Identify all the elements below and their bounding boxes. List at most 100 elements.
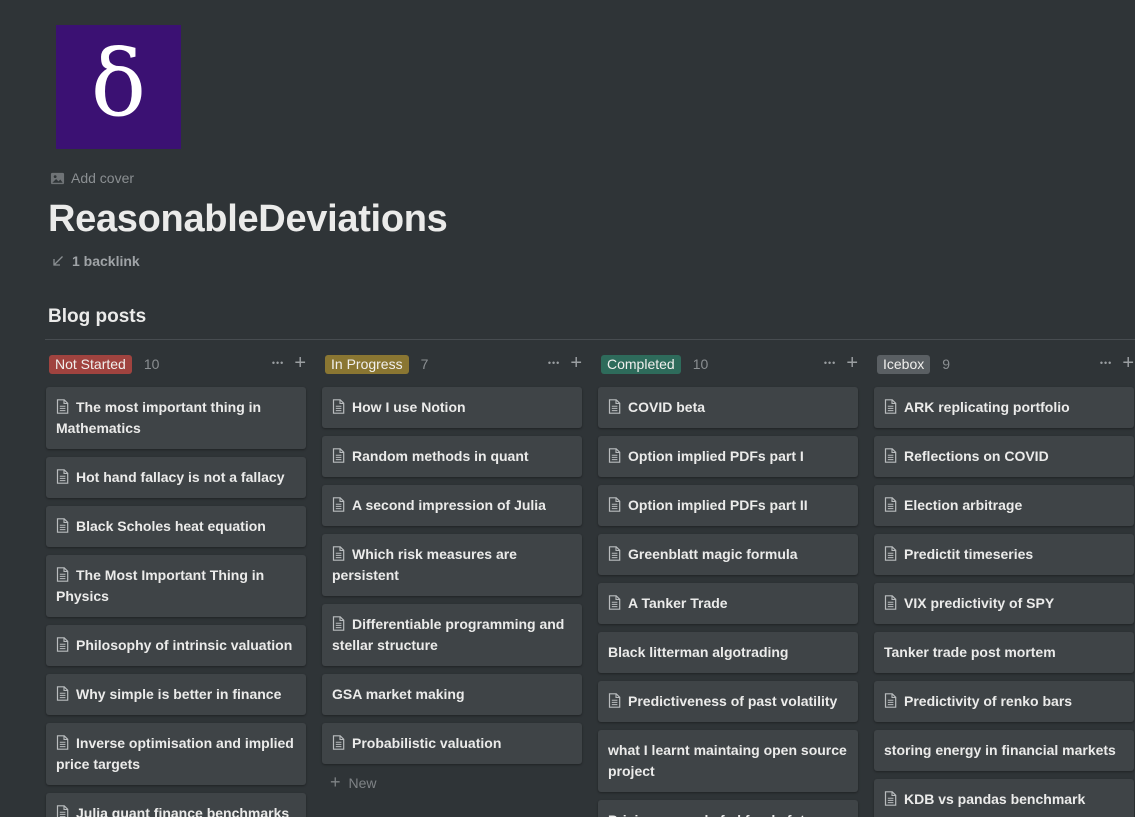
- page-icon: [608, 497, 621, 512]
- board-card[interactable]: Tanker trade post mortem: [874, 632, 1134, 673]
- page-icon: [56, 805, 69, 817]
- board-card[interactable]: Which risk measures are persistent: [322, 534, 582, 596]
- database-title[interactable]: Blog posts: [48, 306, 146, 328]
- board-card[interactable]: Hot hand fallacy is not a fallacy: [46, 457, 306, 498]
- page-icon: [884, 791, 897, 806]
- card-title: The Most Important Thing in Physics: [56, 567, 265, 604]
- board-card[interactable]: Option implied PDFs part I: [598, 436, 858, 477]
- board-card[interactable]: what I learnt maintaing open source proj…: [598, 730, 858, 792]
- page-icon: [56, 469, 69, 484]
- add-card-icon[interactable]: +: [1122, 353, 1134, 373]
- board-column: Icebox 9 ••• + ARK replicating portfolio Refl…: [874, 350, 1134, 817]
- board-card[interactable]: Random methods in quant: [322, 436, 582, 477]
- status-tag[interactable]: Not Started: [49, 354, 132, 374]
- card-title: VIX predictivity of SPY: [904, 595, 1055, 611]
- card-title: Election arbitrage: [904, 497, 1023, 513]
- board-card[interactable]: How I use Notion: [322, 387, 582, 428]
- card-title: GSA market making: [332, 686, 465, 702]
- board-card[interactable]: Differentiable programming and stellar s…: [322, 604, 582, 666]
- board-card[interactable]: Pricing anomaly fed funds futures: [598, 800, 858, 817]
- board-card[interactable]: Inverse optimisation and implied price t…: [46, 723, 306, 785]
- card-title: A Tanker Trade: [628, 595, 728, 611]
- board-card[interactable]: Election arbitrage: [874, 485, 1134, 526]
- card-title: Option implied PDFs part I: [628, 448, 804, 464]
- status-tag[interactable]: Completed: [601, 354, 681, 374]
- card-title: Greenblatt magic formula: [628, 546, 798, 562]
- board-column: Not Started 10 ••• + The most important thin…: [46, 350, 306, 817]
- board-card[interactable]: A Tanker Trade: [598, 583, 858, 624]
- board-card[interactable]: Julia quant finance benchmarks: [46, 793, 306, 817]
- add-card-icon[interactable]: +: [294, 353, 306, 373]
- card-title: Pricing anomaly fed funds futures: [608, 812, 834, 817]
- more-options-icon[interactable]: •••: [824, 354, 836, 372]
- board-card[interactable]: VIX predictivity of SPY: [874, 583, 1134, 624]
- database-divider: [45, 339, 1135, 340]
- more-options-icon[interactable]: •••: [548, 354, 560, 372]
- page-icon[interactable]: δ: [56, 25, 181, 149]
- board-card[interactable]: The most important thing in Mathematics: [46, 387, 306, 449]
- column-count: 10: [143, 356, 160, 372]
- board-card[interactable]: Predictit timeseries: [874, 534, 1134, 575]
- card-list: ARK replicating portfolio Reflections on …: [874, 387, 1134, 817]
- board-card[interactable]: ARK replicating portfolio: [874, 387, 1134, 428]
- board-card[interactable]: Black Scholes heat equation: [46, 506, 306, 547]
- page-icon: [884, 546, 897, 561]
- add-card-icon[interactable]: +: [846, 353, 858, 373]
- column-header: Not Started 10 ••• +: [46, 350, 306, 378]
- card-title: Option implied PDFs part II: [628, 497, 808, 513]
- board-card[interactable]: The Most Important Thing in Physics: [46, 555, 306, 617]
- add-cover-label: Add cover: [71, 170, 135, 186]
- board-card[interactable]: COVID beta: [598, 387, 858, 428]
- board-card[interactable]: Why simple is better in finance: [46, 674, 306, 715]
- add-card-icon[interactable]: +: [570, 353, 582, 373]
- board-card[interactable]: Philosophy of intrinsic valuation: [46, 625, 306, 666]
- page-icon: [332, 546, 345, 561]
- more-options-icon[interactable]: •••: [1100, 354, 1112, 372]
- board-card[interactable]: storing energy in financial markets: [874, 730, 1134, 771]
- page-icon: [884, 595, 897, 610]
- board-card[interactable]: GSA market making: [322, 674, 582, 715]
- board-card[interactable]: KDB vs pandas benchmark: [874, 779, 1134, 817]
- card-title: Why simple is better in finance: [76, 686, 282, 702]
- column-actions: ••• +: [548, 353, 582, 373]
- column-actions: ••• +: [824, 353, 858, 373]
- board-card[interactable]: A second impression of Julia: [322, 485, 582, 526]
- card-title: Julia quant finance benchmarks: [76, 805, 290, 817]
- card-title: storing energy in financial markets: [884, 742, 1116, 758]
- new-card-button[interactable]: + New: [330, 772, 582, 793]
- page-icon: [56, 637, 69, 652]
- page-icon: [332, 735, 345, 750]
- notion-page: δ Add cover ReasonableDeviations 1 backl…: [0, 0, 1135, 817]
- add-cover-button[interactable]: Add cover: [50, 170, 134, 186]
- page-icon: [884, 448, 897, 463]
- board-card[interactable]: Predictiveness of past volatility: [598, 681, 858, 722]
- card-list: The most important thing in Mathematics H…: [46, 387, 306, 817]
- board-card[interactable]: Option implied PDFs part II: [598, 485, 858, 526]
- page-title[interactable]: ReasonableDeviations: [48, 198, 448, 241]
- backlinks-button[interactable]: 1 backlink: [52, 253, 140, 269]
- card-list: COVID beta Option implied PDFs part I Opti…: [598, 387, 858, 817]
- arrow-down-left-icon: [53, 256, 63, 266]
- status-tag[interactable]: In Progress: [325, 354, 409, 374]
- page-icon: [332, 448, 345, 463]
- card-list: How I use Notion Random methods in quant A…: [322, 387, 582, 764]
- board-card[interactable]: Predictivity of renko bars: [874, 681, 1134, 722]
- board-card[interactable]: Reflections on COVID: [874, 436, 1134, 477]
- card-title: Random methods in quant: [352, 448, 529, 464]
- page-icon: [332, 616, 345, 631]
- page-icon: [608, 546, 621, 561]
- plus-icon: +: [330, 772, 341, 792]
- card-title: COVID beta: [628, 399, 706, 415]
- column-count: 10: [692, 356, 709, 372]
- board-card[interactable]: Probabilistic valuation: [322, 723, 582, 764]
- column-header: Completed 10 ••• +: [598, 350, 858, 378]
- page-icon: [332, 399, 345, 414]
- status-tag[interactable]: Icebox: [877, 354, 931, 374]
- card-title: Reflections on COVID: [904, 448, 1049, 464]
- board-card[interactable]: Greenblatt magic formula: [598, 534, 858, 575]
- more-options-icon[interactable]: •••: [272, 354, 284, 372]
- card-title: Probabilistic valuation: [352, 735, 502, 751]
- card-title: Black litterman algotrading: [608, 644, 789, 660]
- board-card[interactable]: Black litterman algotrading: [598, 632, 858, 673]
- page-icon: [884, 399, 897, 414]
